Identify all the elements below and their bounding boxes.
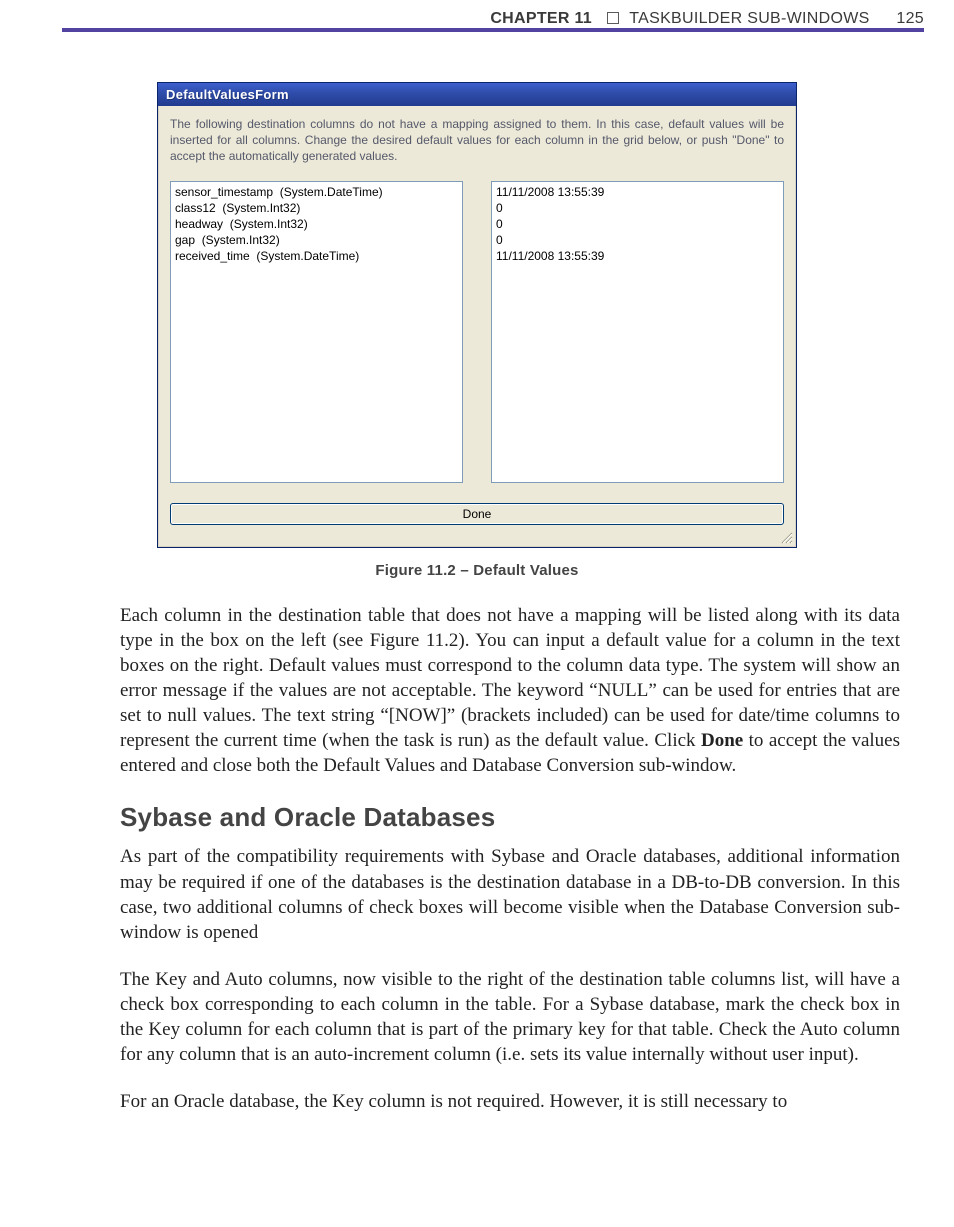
columns-listbox[interactable]: sensor_timestamp (System.DateTime) class… [170,181,463,483]
resize-grip-icon [780,531,794,545]
resize-grip[interactable] [158,535,796,547]
dialog-body: The following destination columns do not… [158,106,796,497]
figure-11-2: DefaultValuesForm The following destinat… [157,82,797,579]
done-inline-bold: Done [701,730,743,751]
dialog-message: The following destination columns do not… [170,116,784,165]
dialog-columns: sensor_timestamp (System.DateTime) class… [170,181,784,483]
done-button[interactable]: Done [170,503,784,525]
page-number: 125 [896,10,924,27]
section-heading-sybase-oracle: Sybase and Oracle Databases [120,800,900,834]
square-bullet-icon [607,12,619,24]
running-header: CHAPTER 11 TASKBUILDER SUB-WINDOWS 125 [0,0,954,28]
header-title: TASKBUILDER SUB-WINDOWS [629,10,869,27]
header-rule [62,28,924,32]
paragraph-2: As part of the compatibility requirement… [120,844,900,944]
figure-caption: Figure 11.2 – Default Values [157,562,797,579]
dialog-button-row: Done [158,497,796,535]
paragraph-1: Each column in the destination table tha… [120,603,900,779]
paragraph-4: For an Oracle database, the Key column i… [120,1089,900,1114]
chapter-label: CHAPTER 11 [490,10,592,27]
values-listbox[interactable]: 11/11/2008 13:55:39 0 0 0 11/11/2008 13:… [491,181,784,483]
body-column: Each column in the destination table tha… [120,603,900,1115]
paragraph-3: The Key and Auto columns, now visible to… [120,967,900,1067]
default-values-dialog: DefaultValuesForm The following destinat… [157,82,797,548]
dialog-titlebar: DefaultValuesForm [158,83,796,106]
page: CHAPTER 11 TASKBUILDER SUB-WINDOWS 125 D… [0,0,954,1227]
